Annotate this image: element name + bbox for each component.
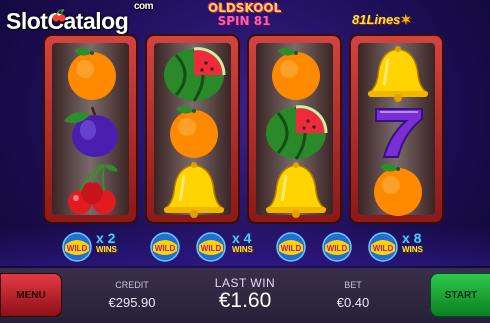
orange-icon (154, 103, 235, 161)
reel-1 (43, 34, 138, 224)
svg-text:WILD: WILD (373, 244, 394, 253)
wild-icon: WILD (146, 232, 184, 267)
watermark-suffix: com (134, 1, 154, 12)
multiplier-value: x 8 (402, 230, 422, 246)
wild-icon: WILD (58, 232, 96, 267)
credit-label: CREDIT (115, 280, 149, 290)
watermelon-icon (154, 45, 235, 103)
bell-icon (256, 161, 337, 219)
logo-line2-text: SPIN (217, 14, 250, 28)
multiplier-wins-label: WINS (96, 245, 117, 254)
orange-icon (256, 45, 337, 103)
star-icon: ✶ (400, 12, 412, 27)
header-cherry-icon (52, 9, 66, 22)
multiplier-8: x 8 WINS (402, 230, 423, 254)
wild-icon: WILD (272, 232, 310, 267)
logo-line2: SPIN 81 (208, 15, 280, 28)
watermelon-icon (256, 103, 337, 161)
wild-icon: WILD (192, 232, 230, 267)
reel-window (358, 43, 435, 216)
bet-label: BET (344, 280, 362, 290)
svg-text:WILD: WILD (67, 244, 88, 253)
bell-icon (358, 45, 439, 103)
plum-icon (52, 103, 133, 161)
game-logo: OLDSKOOL SPIN 81 (208, 2, 281, 28)
watermark-text: SlotCatalog (6, 8, 129, 34)
logo-line3-text: 81 (253, 14, 271, 28)
multiplier-wins-label: WINS (402, 245, 423, 254)
svg-text:WILD: WILD (327, 244, 348, 253)
last-win-value: €1.60 (218, 289, 272, 312)
lines-badge: 81Lines✶ (352, 12, 411, 28)
multiplier-value: x 4 (232, 230, 252, 246)
seven-icon (358, 103, 439, 161)
watermark: SlotCatalog com (6, 1, 154, 35)
multiplier-2: x 2 WINS (96, 230, 117, 254)
last-win-label: LAST WIN (214, 276, 276, 290)
svg-text:WILD: WILD (155, 244, 176, 253)
reel-window (52, 43, 129, 215)
multiplier-value: x 2 (96, 230, 116, 246)
multiplier-wins-label: WINS (232, 245, 253, 254)
bell-icon (154, 161, 235, 219)
wild-icon: WILD (318, 232, 356, 267)
svg-text:WILD: WILD (281, 244, 302, 253)
orange-icon (52, 45, 133, 103)
reel-window (256, 43, 333, 218)
cherry-icon (52, 161, 133, 219)
reel-window (154, 43, 231, 218)
lines-badge-text: 81Lines (352, 12, 401, 27)
svg-text:WILD: WILD (201, 244, 222, 253)
credit-value: €295.90 (108, 295, 156, 310)
bet-value: €0.40 (336, 295, 370, 310)
reel-3 (247, 34, 342, 224)
reel-4 (349, 34, 444, 224)
menu-button[interactable]: MENU (0, 273, 62, 317)
multiplier-4: x 4 WINS (232, 230, 253, 254)
reel-2 (145, 34, 240, 224)
start-button[interactable]: START (430, 273, 490, 317)
wild-icon: WILD (364, 232, 402, 267)
orange-icon (358, 161, 439, 219)
